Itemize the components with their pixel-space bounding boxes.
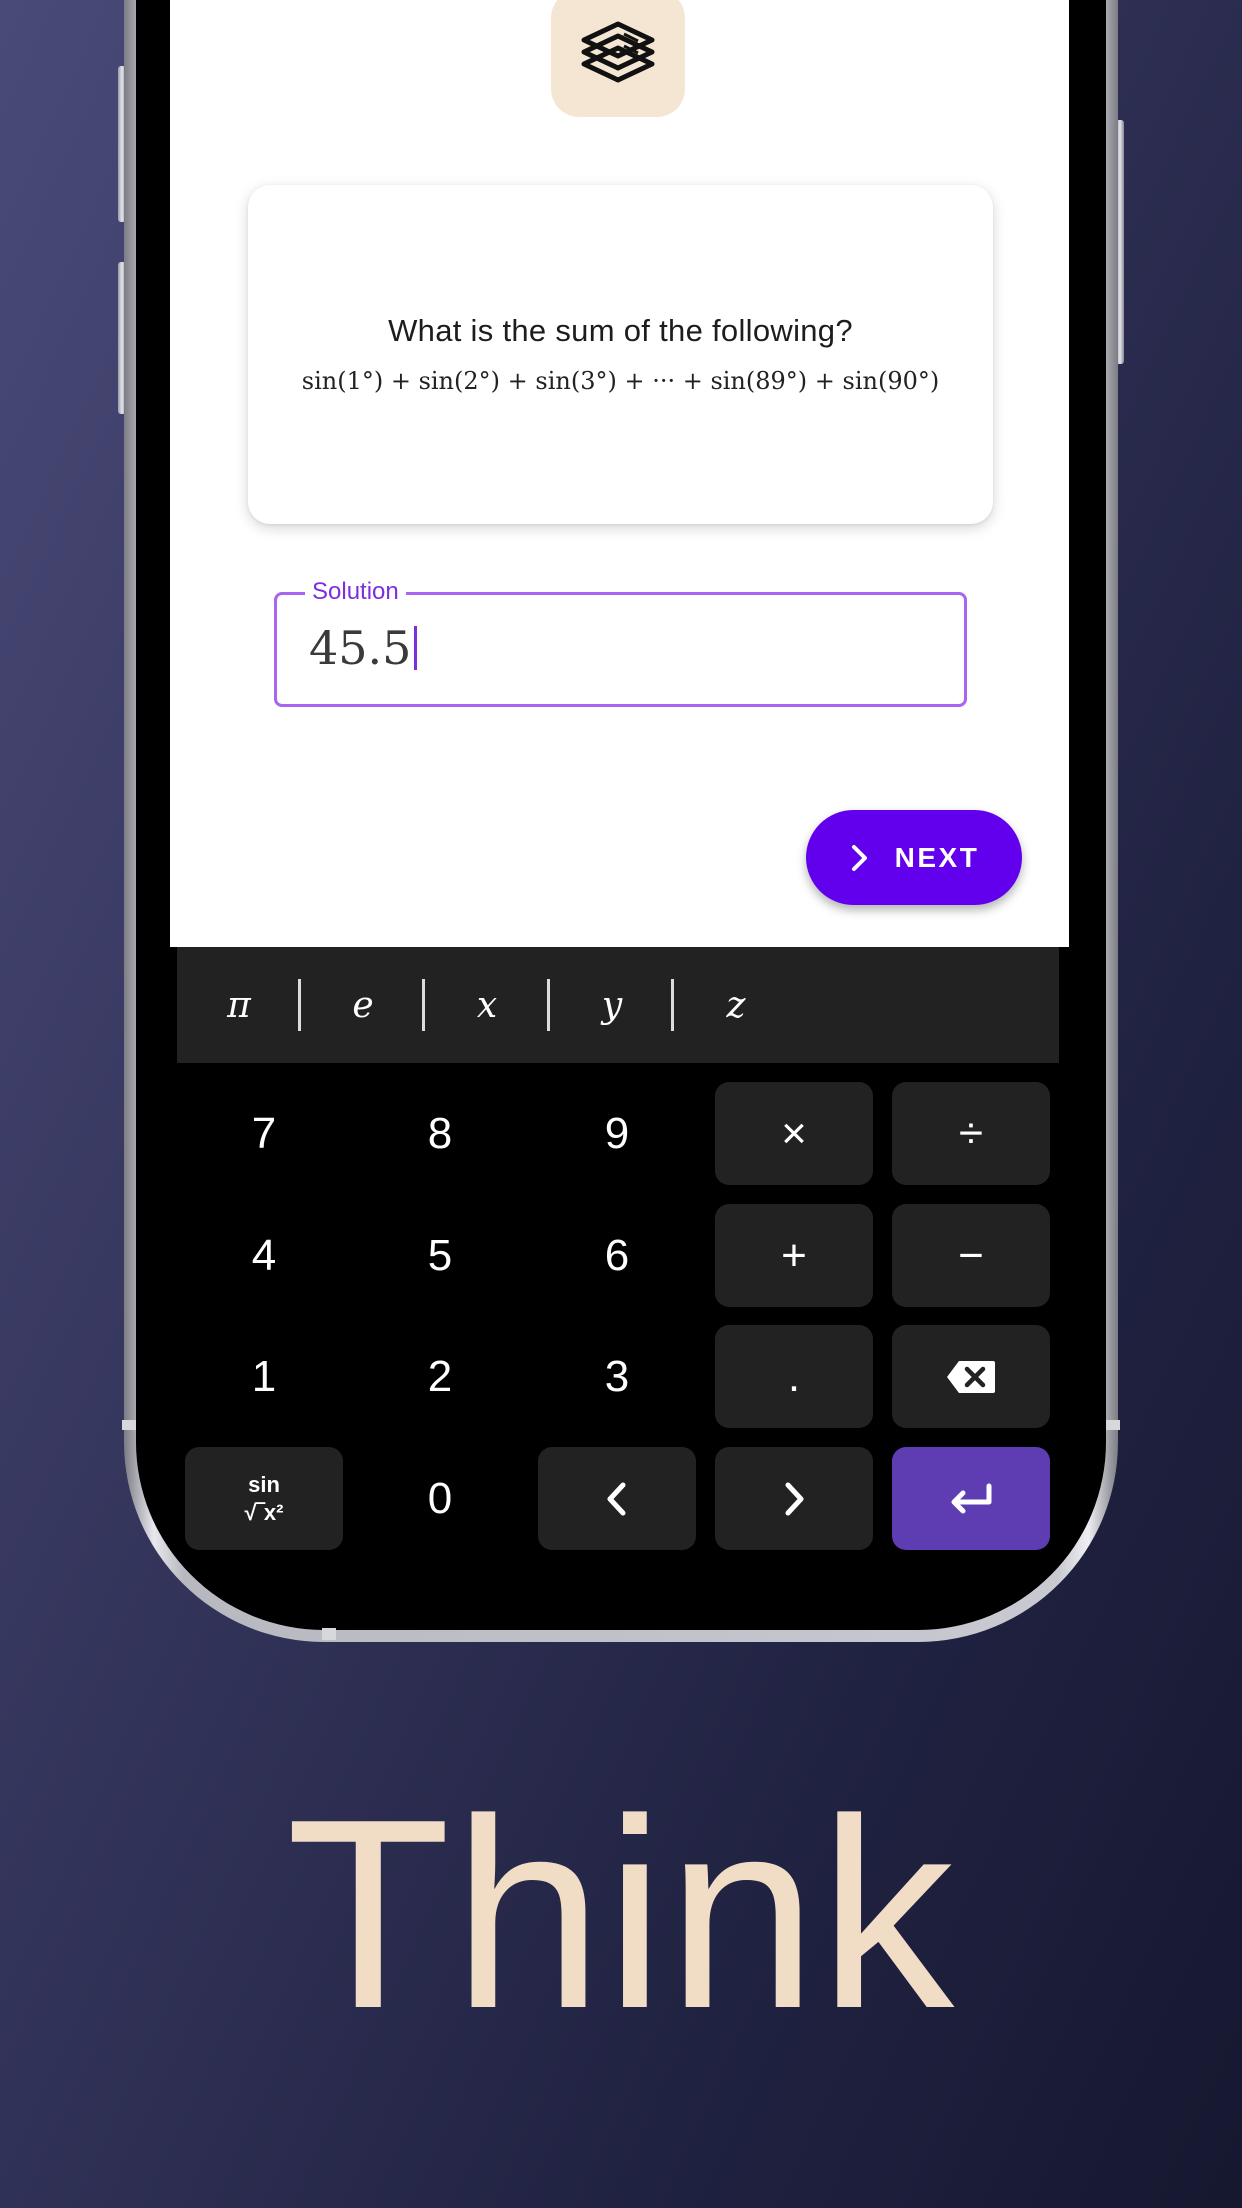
text-caret xyxy=(414,626,418,670)
variable-bar: π e x y z xyxy=(177,947,1059,1063)
question-card: What is the sum of the following? sin(1°… xyxy=(248,185,993,524)
stacked-books-icon xyxy=(581,21,655,82)
question-formula: sin(1°) + sin(2°) + sin(3°) + ··· + sin(… xyxy=(301,367,940,395)
key-cursor-right[interactable] xyxy=(715,1447,873,1550)
key-multiply[interactable]: × xyxy=(715,1082,873,1185)
enter-icon xyxy=(951,1483,992,1513)
var-key-e[interactable]: e xyxy=(301,947,425,1063)
functions-label-sqrt: √‾x² xyxy=(244,1499,284,1525)
var-key-z[interactable]: z xyxy=(674,947,798,1063)
solution-value: 45.5 xyxy=(309,621,412,675)
key-cursor-left[interactable] xyxy=(538,1447,696,1550)
antenna-band xyxy=(122,1420,136,1430)
key-3[interactable]: 3 xyxy=(538,1325,696,1428)
key-decimal[interactable]: . xyxy=(715,1325,873,1428)
chevron-right-icon xyxy=(785,1482,804,1515)
question-title: What is the sum of the following? xyxy=(388,313,853,348)
next-button-label: NEXT xyxy=(894,841,980,873)
solution-field[interactable]: Solution 45.5 xyxy=(274,578,967,707)
key-plus[interactable]: + xyxy=(715,1204,873,1307)
key-9[interactable]: 9 xyxy=(538,1082,696,1185)
solution-label: Solution xyxy=(305,578,406,606)
key-enter[interactable] xyxy=(892,1447,1050,1550)
chevron-right-icon xyxy=(851,844,867,871)
backspace-icon xyxy=(947,1360,995,1393)
key-7[interactable]: 7 xyxy=(185,1082,343,1185)
antenna-band xyxy=(1106,1420,1120,1430)
key-8[interactable]: 8 xyxy=(361,1082,519,1185)
key-6[interactable]: 6 xyxy=(538,1204,696,1307)
antenna-band xyxy=(322,1628,336,1640)
key-4[interactable]: 4 xyxy=(185,1204,343,1307)
functions-label-sin: sin xyxy=(248,1471,280,1497)
var-key-y[interactable]: y xyxy=(550,947,674,1063)
solution-input[interactable]: 45.5 xyxy=(309,621,418,675)
key-1[interactable]: 1 xyxy=(185,1325,343,1428)
chevron-left-icon xyxy=(607,1482,626,1515)
var-key-pi[interactable]: π xyxy=(177,947,301,1063)
key-5[interactable]: 5 xyxy=(361,1204,519,1307)
next-button[interactable]: NEXT xyxy=(806,810,1022,905)
key-functions[interactable]: sin √‾x² xyxy=(185,1447,343,1550)
key-2[interactable]: 2 xyxy=(361,1325,519,1428)
key-minus[interactable]: − xyxy=(892,1204,1050,1307)
key-0[interactable]: 0 xyxy=(361,1447,519,1550)
headline: Think xyxy=(285,1764,957,2065)
key-backspace[interactable] xyxy=(892,1325,1050,1428)
app-logo xyxy=(551,0,685,117)
key-divide[interactable]: ÷ xyxy=(892,1082,1050,1185)
var-key-x[interactable]: x xyxy=(425,947,549,1063)
